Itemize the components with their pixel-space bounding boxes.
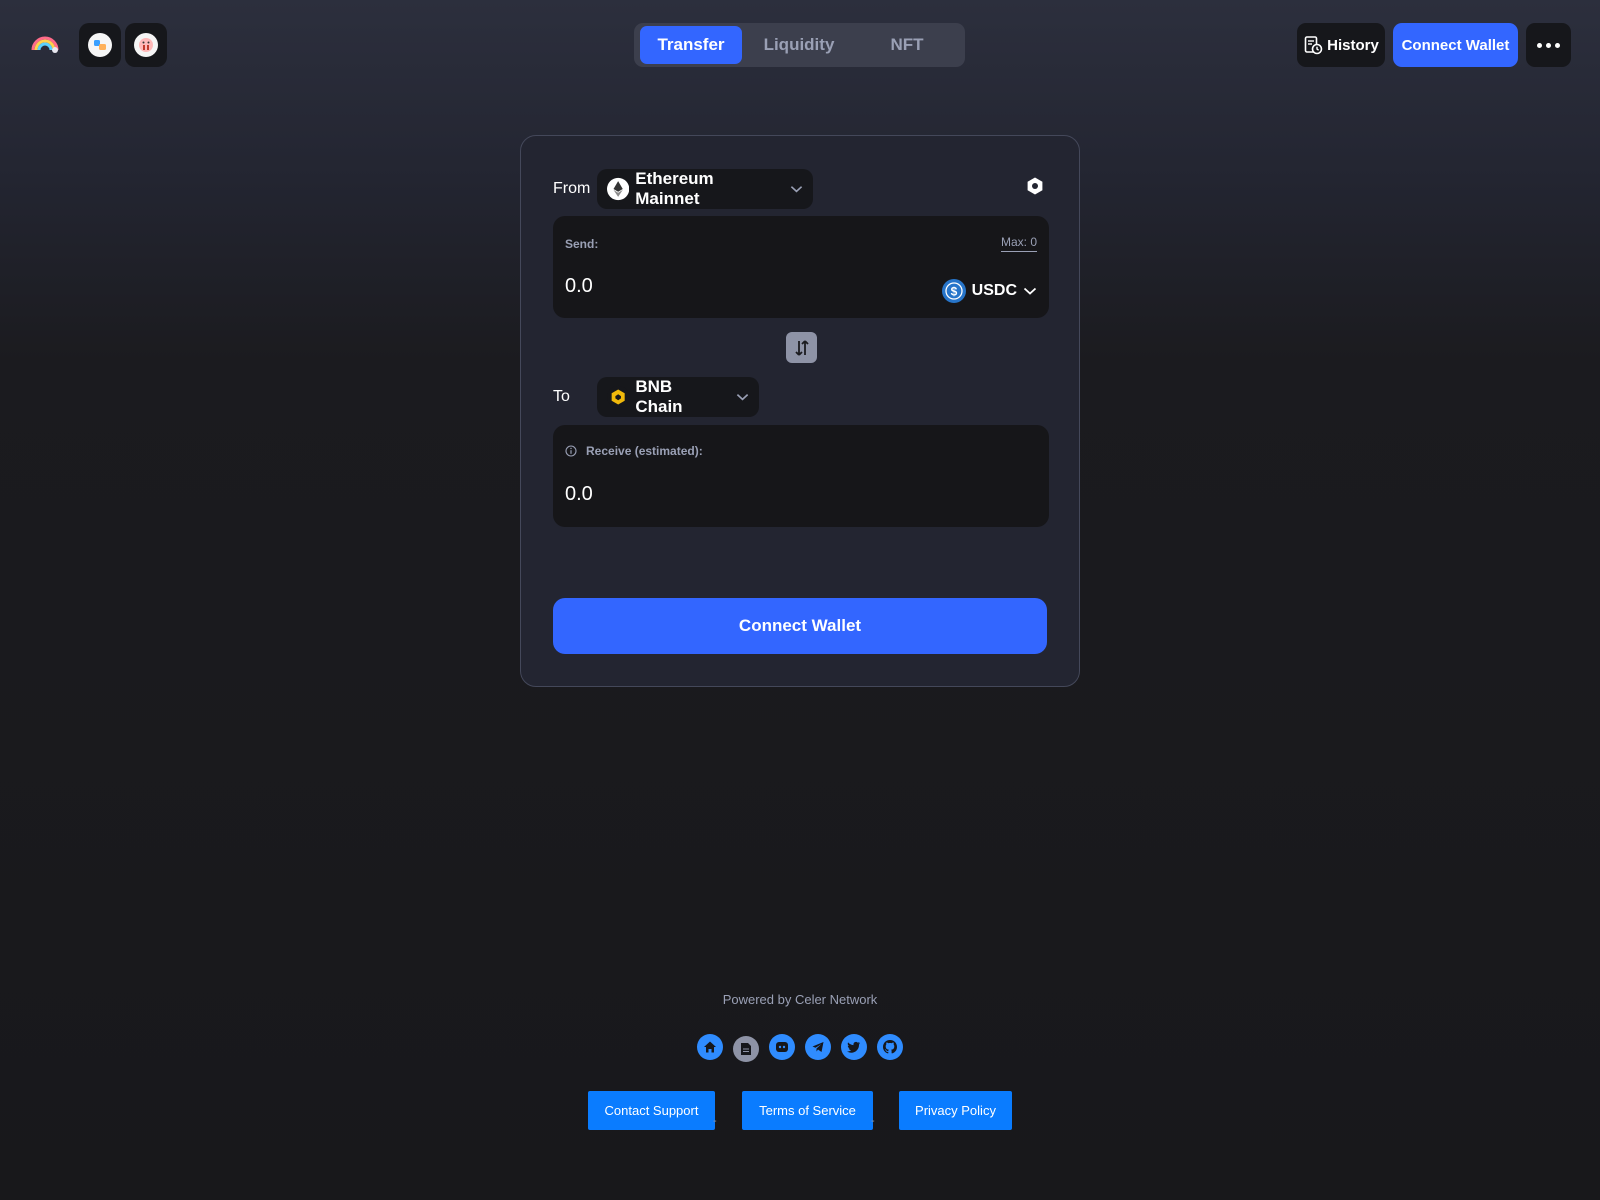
connect-wallet-header-button[interactable]: Connect Wallet bbox=[1393, 23, 1518, 67]
receive-label: Receive (estimated): bbox=[586, 444, 703, 458]
send-amount-input[interactable] bbox=[565, 272, 865, 300]
receive-panel: Receive (estimated): 0.0 bbox=[553, 425, 1049, 527]
from-label: From bbox=[553, 180, 591, 197]
tab-liquidity[interactable]: Liquidity bbox=[748, 26, 850, 64]
docs-icon[interactable] bbox=[733, 1036, 759, 1062]
top-header: Transfer Liquidity NFT History Connect W… bbox=[0, 0, 1600, 90]
app-cbridge-icon bbox=[88, 33, 112, 57]
history-icon bbox=[1304, 36, 1323, 55]
more-dots-icon bbox=[1537, 42, 1542, 48]
max-button[interactable]: Max: 0 bbox=[1000, 235, 1037, 252]
swap-arrows-icon bbox=[794, 339, 809, 356]
rainbow-logo-icon[interactable] bbox=[30, 34, 60, 54]
powered-by-text: Powered by Celer Network bbox=[722, 992, 878, 1007]
bnb-chain-icon bbox=[607, 385, 630, 409]
from-chain-name: Ethereum Mainnet bbox=[635, 169, 714, 208]
footer-separator: - bbox=[871, 1115, 875, 1127]
social-links bbox=[697, 1032, 903, 1062]
swap-direction-button[interactable] bbox=[786, 332, 817, 363]
token-select[interactable]: $ USDC bbox=[941, 279, 1037, 303]
telegram-icon[interactable] bbox=[805, 1034, 831, 1060]
svg-text:$: $ bbox=[950, 285, 957, 299]
receive-amount: 0.0 bbox=[565, 483, 593, 505]
main-tabs: Transfer Liquidity NFT bbox=[634, 23, 965, 67]
twitter-icon[interactable] bbox=[841, 1034, 867, 1060]
more-menu-button[interactable] bbox=[1526, 23, 1571, 67]
to-label: To bbox=[553, 388, 570, 405]
app-cbridge-button[interactable] bbox=[79, 23, 121, 67]
send-panel: Send: Max: 0 $ USDC bbox=[553, 216, 1049, 318]
info-icon[interactable] bbox=[565, 445, 577, 457]
transfer-card: From Ethereum Mainnet Send: Max: 0 $ USD… bbox=[520, 135, 1080, 687]
from-chain-select[interactable]: Ethereum Mainnet bbox=[597, 169, 813, 209]
to-chain-name: BNB Chain bbox=[635, 377, 683, 416]
tab-transfer[interactable]: Transfer bbox=[640, 26, 742, 64]
app-pig-button[interactable] bbox=[125, 23, 167, 67]
contact-support-link[interactable]: Contact Support bbox=[588, 1091, 715, 1130]
github-icon[interactable] bbox=[877, 1034, 903, 1060]
home-icon[interactable] bbox=[697, 1034, 723, 1060]
footer-separator: - bbox=[713, 1115, 717, 1127]
settings-icon[interactable] bbox=[1025, 176, 1045, 196]
usdc-icon: $ bbox=[941, 279, 966, 303]
chevron-down-icon bbox=[1023, 287, 1037, 295]
chevron-down-icon bbox=[790, 186, 803, 193]
terms-of-service-link[interactable]: Terms of Service bbox=[742, 1091, 873, 1130]
chevron-down-icon bbox=[736, 394, 749, 401]
privacy-policy-link[interactable]: Privacy Policy bbox=[899, 1091, 1012, 1130]
history-label: History bbox=[1327, 36, 1379, 54]
tab-nft[interactable]: NFT bbox=[856, 26, 958, 64]
history-button[interactable]: History bbox=[1297, 23, 1385, 67]
discord-icon[interactable] bbox=[769, 1034, 795, 1060]
token-symbol: USDC bbox=[971, 282, 1017, 299]
connect-wallet-button[interactable]: Connect Wallet bbox=[553, 598, 1047, 654]
ethereum-icon bbox=[607, 177, 630, 201]
to-chain-select[interactable]: BNB Chain bbox=[597, 377, 759, 417]
app-pig-icon bbox=[134, 33, 158, 57]
send-label: Send: bbox=[565, 237, 599, 251]
